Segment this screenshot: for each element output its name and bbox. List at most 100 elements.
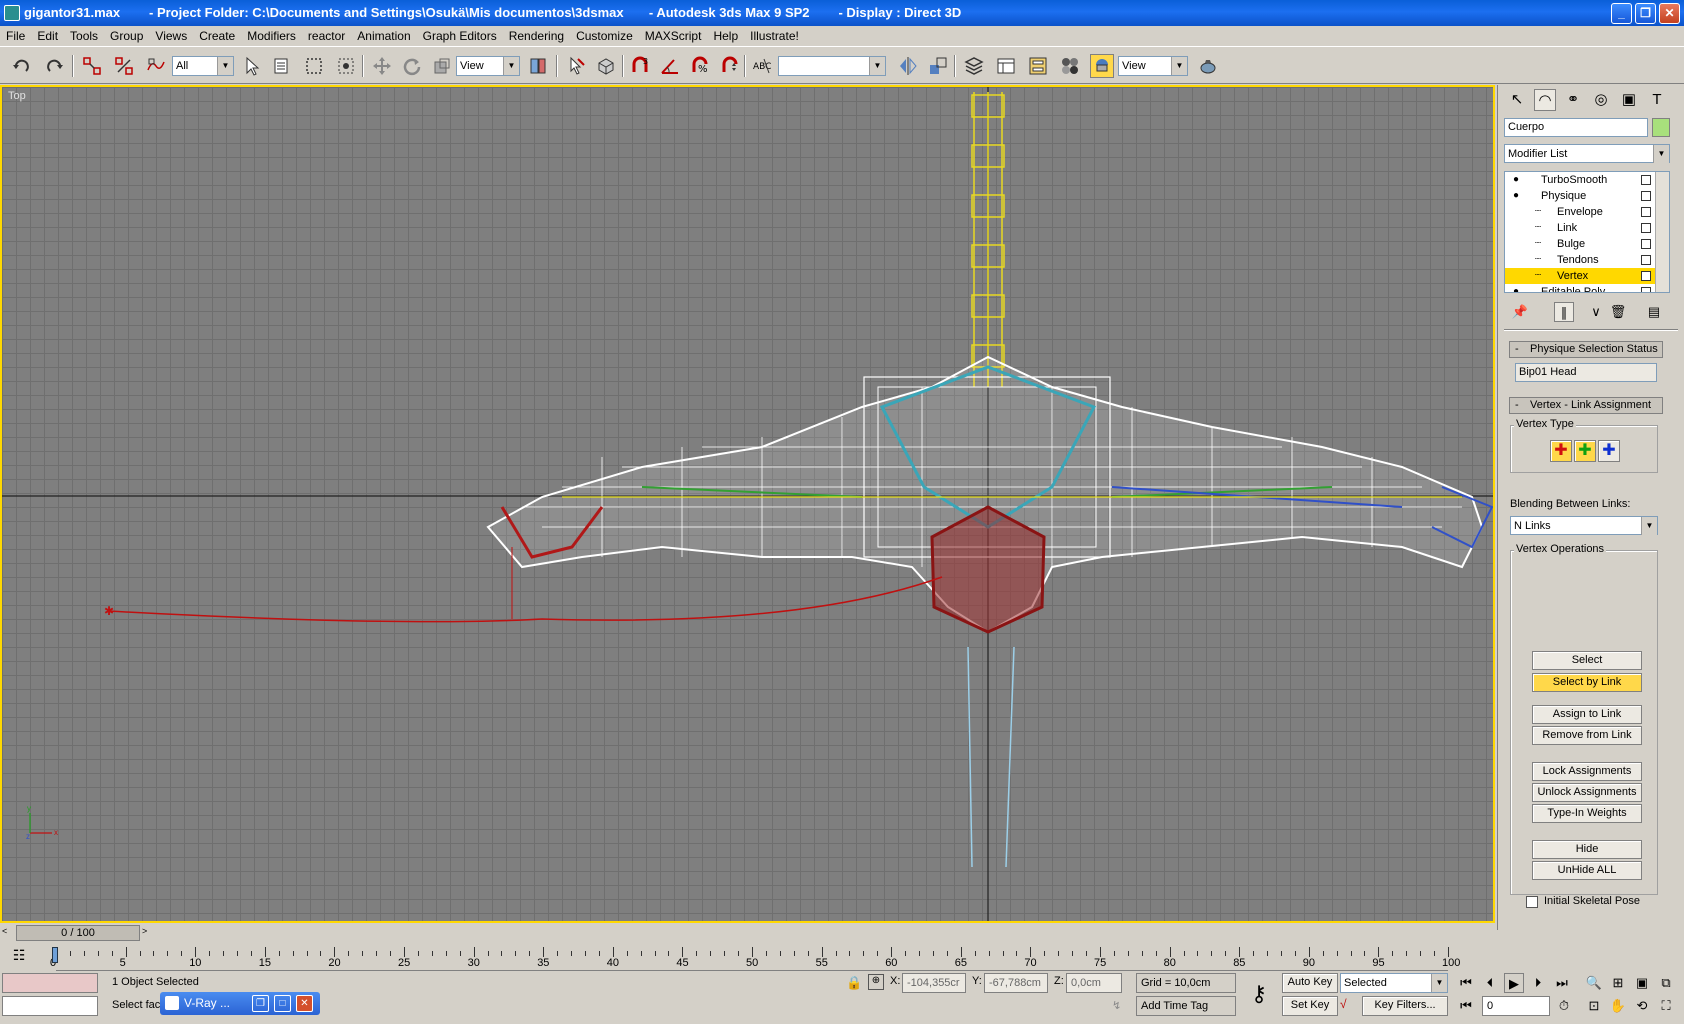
select-by-name-icon[interactable] (270, 54, 294, 78)
lightbulb-icon[interactable]: ● (1513, 172, 1519, 188)
window-crossing-icon[interactable] (334, 54, 358, 78)
modify-tab-icon[interactable]: ◠ (1534, 89, 1556, 111)
absolute-mode-icon[interactable]: ⊕ (868, 974, 884, 990)
sub-object-icon[interactable]: ┈ (1535, 204, 1541, 220)
menu-animation[interactable]: Animation (351, 26, 416, 46)
auto-key-button[interactable]: Auto Key (1282, 973, 1338, 993)
play-icon[interactable]: ▶ (1504, 973, 1524, 993)
stack-item[interactable]: ┈ Vertex (1505, 268, 1669, 284)
key-mode-toggle-icon[interactable]: ⏮ (1456, 996, 1476, 1016)
select-object-icon[interactable] (240, 54, 264, 78)
material-editor-icon[interactable] (1058, 54, 1082, 78)
time-slider[interactable]: 0 / 100 (16, 925, 140, 941)
stack-item[interactable]: ┈ Link (1505, 220, 1669, 236)
undo-icon[interactable] (10, 54, 34, 78)
z-coordinate-field[interactable]: 0,0cm (1066, 973, 1122, 993)
menu-rendering[interactable]: Rendering (503, 26, 570, 46)
viewport-top[interactable]: Top ✱ x y z (0, 85, 1495, 923)
curve-editor-icon[interactable] (994, 54, 1018, 78)
arc-rotate-icon[interactable]: ⟲ (1632, 996, 1652, 1016)
render-preset-dropdown[interactable]: View ▼ (1118, 56, 1188, 76)
close-icon[interactable]: ✕ (296, 995, 313, 1012)
go-to-end-icon[interactable]: ⏭ (1552, 973, 1572, 993)
show-end-result-icon[interactable]: ∥ (1554, 302, 1574, 322)
restore-button[interactable]: ❐ (1635, 3, 1656, 24)
modifier-toggle-icon[interactable] (1641, 271, 1651, 281)
stack-item[interactable]: ┈ Tendons (1505, 252, 1669, 268)
zoom-all-icon[interactable]: ⊞ (1608, 973, 1628, 993)
sub-object-icon[interactable]: ┈ (1535, 268, 1541, 284)
stack-item[interactable]: ┈ Envelope (1505, 204, 1669, 220)
snaps-toggle-icon[interactable]: 3 (628, 54, 652, 78)
rollout-vertex-link[interactable]: - Vertex - Link Assignment (1509, 397, 1663, 414)
render-scene-icon[interactable] (1090, 54, 1114, 78)
key-filter-curve-icon[interactable]: √ (1340, 997, 1358, 1015)
key-icon[interactable]: ⚷ (1244, 981, 1274, 1011)
menu-modifiers[interactable]: Modifiers (241, 26, 302, 46)
unhide-all-button[interactable]: UnHide ALL (1532, 861, 1642, 880)
taskbar-vray-window[interactable]: V-Ray ... ❐ □ ✕ (160, 992, 320, 1015)
menu-group[interactable]: Group (104, 26, 149, 46)
close-button[interactable]: ✕ (1659, 3, 1680, 24)
assign-to-link-button[interactable]: Assign to Link (1532, 705, 1642, 724)
select-by-link-button[interactable]: Select by Link (1532, 673, 1642, 692)
angle-snap-icon[interactable] (658, 54, 682, 78)
modifier-toggle-icon[interactable] (1641, 239, 1651, 249)
modifier-toggle-icon[interactable] (1641, 207, 1651, 217)
initial-skeletal-pose-checkbox[interactable] (1526, 896, 1538, 908)
y-coordinate-field[interactable]: -67,788cm (984, 973, 1048, 993)
sub-object-icon[interactable]: ┈ (1535, 236, 1541, 252)
modifier-toggle-icon[interactable] (1641, 223, 1651, 233)
pivot-center-icon[interactable] (526, 54, 550, 78)
menu-views[interactable]: Views (149, 26, 193, 46)
vertex-type-blue-button[interactable]: ✚ (1598, 440, 1620, 462)
zoom-extents-icon[interactable]: ▣ (1632, 973, 1652, 993)
modifier-toggle-icon[interactable] (1641, 175, 1651, 185)
menu-customize[interactable]: Customize (570, 26, 639, 46)
time-configuration-icon[interactable]: ⏱ (1554, 996, 1574, 1016)
select-and-link-icon[interactable] (80, 54, 104, 78)
sub-object-icon[interactable]: ┈ (1535, 220, 1541, 236)
sub-object-icon[interactable]: ┈ (1535, 252, 1541, 268)
vertex-type-red-button[interactable]: ✚ (1550, 440, 1572, 462)
menu-edit[interactable]: Edit (31, 26, 64, 46)
lightbulb-icon[interactable]: ● (1513, 188, 1519, 204)
pin-stack-icon[interactable]: 📌 (1510, 302, 1530, 322)
menu-maxscript[interactable]: MAXScript (639, 26, 708, 46)
stack-scrollbar[interactable] (1655, 172, 1669, 292)
rectangular-selection-icon[interactable] (302, 54, 326, 78)
maximize-icon[interactable]: □ (274, 995, 291, 1012)
layer-manager-icon[interactable] (962, 54, 986, 78)
set-key-button[interactable]: Set Key (1282, 996, 1338, 1016)
next-frame-icon[interactable]: ⏵ (1528, 973, 1548, 993)
maximize-viewport-icon[interactable]: ⛶ (1656, 996, 1676, 1016)
reference-coordinate-dropdown[interactable]: View ▼ (456, 56, 520, 76)
named-selection-dropdown[interactable]: ▼ (778, 56, 886, 76)
lock-icon[interactable]: 🔒 (846, 975, 862, 991)
object-color-swatch[interactable] (1652, 118, 1670, 137)
stack-item[interactable]: ● Physique (1505, 188, 1669, 204)
x-coordinate-field[interactable]: -104,355cr (902, 973, 966, 993)
align-icon[interactable] (926, 54, 950, 78)
menu-file[interactable]: File (0, 26, 31, 46)
go-to-start-icon[interactable]: ⏮ (1456, 973, 1476, 993)
app-icon[interactable] (4, 5, 20, 21)
restore-icon[interactable]: ❐ (252, 995, 269, 1012)
redo-icon[interactable] (42, 54, 66, 78)
chevron-left-icon[interactable]: < (2, 926, 7, 936)
stack-item[interactable]: ┈ Bulge (1505, 236, 1669, 252)
key-mode-dropdown[interactable]: Selected ▼ (1340, 973, 1448, 993)
maxscript-listener-mini[interactable] (2, 973, 98, 993)
stack-item[interactable]: ● Editable Poly (1505, 284, 1669, 292)
menu-create[interactable]: Create (193, 26, 241, 46)
pan-icon[interactable]: ✋ (1608, 996, 1628, 1016)
hide-button[interactable]: Hide (1532, 840, 1642, 859)
unlink-selection-icon[interactable] (112, 54, 136, 78)
chevron-right-icon[interactable]: > (142, 926, 147, 936)
previous-frame-icon[interactable]: ⏴ (1480, 973, 1500, 993)
key-filters-button[interactable]: Key Filters... (1362, 996, 1448, 1016)
keyboard-shortcut-override-icon[interactable] (594, 54, 618, 78)
percent-snap-icon[interactable]: % (688, 54, 712, 78)
menu-reactor[interactable]: reactor (302, 26, 351, 46)
zoom-extents-all-icon[interactable]: ⧉ (1656, 973, 1676, 993)
